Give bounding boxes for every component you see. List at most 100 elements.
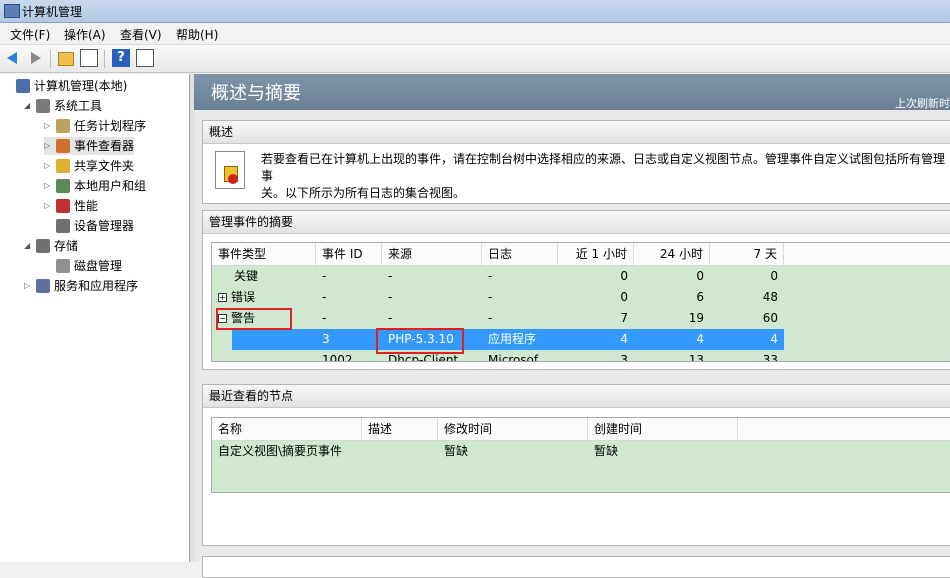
highlight-box-source [376, 328, 464, 354]
up-folder-icon[interactable] [58, 52, 74, 66]
overview-section: 概述 若要查看已在计算机上出现的事件，请在控制台树中选择相应的来源、日志或自定义… [202, 120, 950, 204]
recent-title[interactable]: 最近查看的节点 [203, 385, 950, 408]
summary-cell-d7: 33 [762, 353, 778, 362]
recent-section: 最近查看的节点 名称 描述 修改时间 创建时间 自定义视图\摘要页事件 暂缺 暂缺 [202, 384, 950, 546]
summary-column-header[interactable]: 7 天 [710, 243, 784, 265]
tree-node-icon [56, 139, 70, 153]
tree-item-label: 本地用户和组 [74, 179, 147, 193]
toolbar: ? [0, 45, 950, 73]
tree-item-5[interactable]: ▷ 本地用户和组 [44, 177, 146, 195]
summary-column-header[interactable]: 来源 [382, 243, 482, 265]
show-hide-tree-icon[interactable] [80, 49, 98, 67]
overview-line-1: 若要查看已在计算机上出现的事件，请在控制台树中选择相应的来源、日志或自定义视图节… [261, 152, 946, 183]
summary-column-header[interactable]: 24 小时 [634, 243, 710, 265]
recent-cell-modified[interactable]: 暂缺 [438, 441, 588, 462]
summary-title[interactable]: 管理事件的摘要 [203, 211, 950, 234]
forward-arrow-icon[interactable] [26, 49, 44, 67]
summary-grid[interactable]: 事件类型 事件 ID 来源 日志近 1 小时 24 小时 7 天 关键 - - -0 0 0 + 错误 -… [211, 242, 950, 362]
summary-cell-id: 1002 [322, 353, 353, 362]
computer-management-icon [4, 4, 20, 18]
tree-node-icon [56, 159, 70, 173]
summary-cell-h24: 13 [688, 353, 704, 362]
tree-expander-icon[interactable]: ▷ [44, 197, 54, 215]
tree-item-9[interactable]: 磁盘管理 [44, 257, 122, 275]
overview-title[interactable]: 概述 [203, 121, 950, 144]
tree-item-7[interactable]: 设备管理器 [44, 217, 134, 235]
summary-cell-d7: 48 [762, 290, 778, 304]
recent-column-header[interactable]: 名称 [212, 418, 362, 440]
tree-item-label: 服务和应用程序 [54, 279, 139, 293]
recent-cell-desc[interactable] [362, 441, 438, 462]
tree-expander-icon[interactable]: ◢ [24, 97, 34, 115]
summary-column-header[interactable]: 事件 ID [316, 243, 382, 265]
tree-item-1[interactable]: ◢ 系统工具 [24, 97, 102, 115]
summary-cell-log: - [488, 311, 493, 325]
summary-cell-h24: 4 [696, 332, 704, 346]
summary-cell-id: 3 [322, 332, 330, 346]
summary-column-header[interactable]: 日志 [482, 243, 558, 265]
content-header: 概述与摘要 上次刷新时 [194, 74, 950, 110]
expand-icon[interactable]: + [218, 293, 227, 302]
content-pane: 概述与摘要 上次刷新时 概述 若要查看已在计算机上出现的事件，请在控制台树中选择… [194, 74, 950, 578]
selected-table-row[interactable]: 3 PHP-5.3.10 应用程序 4 4 4 [232, 329, 784, 350]
menu-view[interactable]: 查看(V) [120, 26, 162, 43]
menu-file[interactable]: 文件(F) [10, 26, 50, 43]
summary-cell-h24: 19 [688, 311, 704, 325]
event-log-icon [215, 151, 245, 189]
tree-expander-icon[interactable]: ▷ [44, 117, 54, 135]
tree-item-label: 事件查看器 [74, 139, 135, 153]
tree-item-4[interactable]: ▷ 共享文件夹 [44, 157, 134, 175]
tree-node-icon [56, 179, 70, 193]
menu-bar: 文件(F) 操作(A) 查看(V) 帮助(H) [0, 23, 950, 45]
summary-cell-h1: 0 [620, 290, 628, 304]
recent-grid[interactable]: 名称 描述 修改时间 创建时间 自定义视图\摘要页事件 暂缺 暂缺 [211, 417, 950, 493]
tree-node-icon [36, 239, 50, 253]
summary-cell-id: - [322, 290, 327, 304]
summary-cell-h24: 0 [696, 269, 704, 283]
tree-expander-icon[interactable]: ▷ [24, 277, 34, 295]
summary-cell-log: 应用程序 [488, 332, 537, 346]
tree-node-icon [36, 279, 50, 293]
tree-node-icon [56, 199, 70, 213]
toolbar-divider [104, 50, 105, 68]
recent-column-header[interactable]: 描述 [362, 418, 438, 440]
menu-help[interactable]: 帮助(H) [176, 26, 218, 43]
tree-node-icon [16, 79, 30, 93]
tree-node-icon [56, 259, 70, 273]
page-title: 概述与摘要 [211, 83, 301, 104]
window-title: 计算机管理 [22, 5, 83, 19]
summary-column-header[interactable]: 近 1 小时 [558, 243, 634, 265]
tree-expander-icon[interactable]: ▷ [44, 157, 54, 175]
tree-expander-icon[interactable]: ▷ [44, 177, 54, 195]
recent-cell-name[interactable]: 自定义视图\摘要页事件 [212, 441, 362, 462]
summary-cell-log: Microsof [488, 353, 539, 362]
summary-column-header[interactable]: 事件类型 [212, 243, 316, 265]
tree-expander-icon[interactable]: ◢ [24, 237, 34, 255]
tree-node-icon [36, 99, 50, 113]
summary-section: 管理事件的摘要 事件类型 事件 ID 来源 日志近 1 小时 24 小时 7 天 关键 - -… [202, 210, 950, 370]
summary-cell-source: - [388, 290, 393, 304]
summary-cell-log: - [488, 290, 493, 304]
tree-item-label: 性能 [74, 199, 99, 213]
help-icon[interactable]: ? [112, 49, 130, 67]
recent-cell-created[interactable]: 暂缺 [588, 441, 738, 462]
summary-cell-d7: 4 [770, 332, 778, 346]
recent-grid-header: 名称 描述 修改时间 创建时间 [212, 418, 950, 441]
recent-column-header[interactable]: 修改时间 [438, 418, 588, 440]
recent-column-header[interactable]: 创建时间 [588, 418, 738, 440]
tree-item-3[interactable]: ▷ 事件查看器 [44, 137, 135, 155]
summary-cell-source: - [388, 311, 393, 325]
tree-item-2[interactable]: ▷ 任务计划程序 [44, 117, 146, 135]
summary-cell-h1: 0 [620, 269, 628, 283]
overview-text: 若要查看已在计算机上出现的事件，请在控制台树中选择相应的来源、日志或自定义视图节… [261, 151, 950, 202]
tree-item-8[interactable]: ◢ 存储 [24, 237, 78, 255]
tree-item-10[interactable]: ▷ 服务和应用程序 [24, 277, 138, 295]
show-hide-action-pane-icon[interactable] [136, 49, 154, 67]
tree-item-0[interactable]: 计算机管理(本地) [4, 77, 127, 95]
back-arrow-icon[interactable] [4, 49, 22, 67]
summary-cell-id: - [322, 311, 327, 325]
summary-cell-d7: 0 [770, 269, 778, 283]
tree-expander-icon[interactable]: ▷ [44, 137, 54, 155]
menu-action[interactable]: 操作(A) [64, 26, 106, 43]
tree-item-6[interactable]: ▷ 性能 [44, 197, 98, 215]
